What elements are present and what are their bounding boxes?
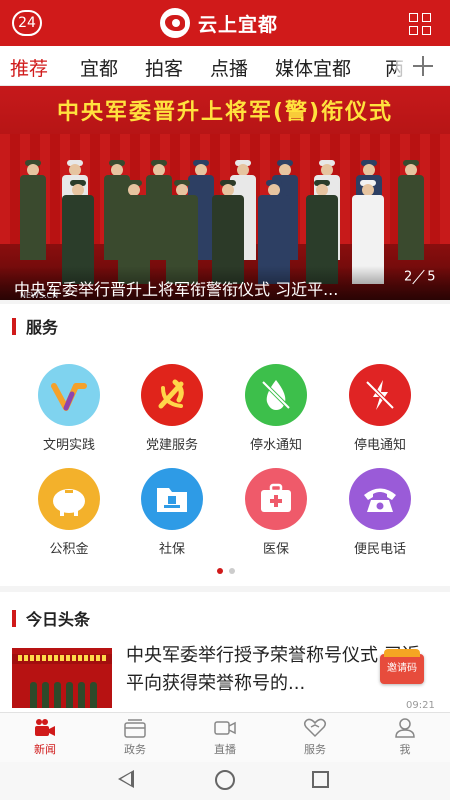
tab-paike[interactable]: 拍客 <box>145 54 183 81</box>
headlines-header: 今日头条 <box>12 606 90 630</box>
banner-page-total: 5 <box>427 269 436 285</box>
bottom-tab-bar: 新闻 政务 直播 服务 我 <box>0 712 450 762</box>
service-party-building[interactable]: 党建服务 <box>127 364 217 454</box>
service-label: 党建服务 <box>145 438 198 453</box>
live-camera-icon <box>213 717 237 739</box>
service-label: 社保 <box>158 542 185 557</box>
tab-on-demand[interactable]: 点播 <box>210 54 248 81</box>
app-logo: 云上宜都 <box>160 8 278 38</box>
service-civilization-practice[interactable]: 文明实践 <box>24 364 114 454</box>
section-accent-bar <box>12 317 16 335</box>
system-navigation-bar <box>0 762 450 800</box>
service-label: 停水通知 <box>249 438 302 453</box>
headlines-section: 今日头条 中央军委举行授予荣誉称号仪式 习近平向获得荣誉称号的... 09:21 <box>0 592 450 712</box>
service-medical-insurance[interactable]: 医保 <box>231 468 321 558</box>
tab-label: 服务 <box>304 743 326 756</box>
services-header: 服务 <box>12 314 58 338</box>
services-pager-dots <box>214 568 238 574</box>
tab-label: 我 <box>399 743 411 756</box>
banner-page-indicator: 25 <box>404 268 436 286</box>
news-time: 09:21 <box>406 700 435 711</box>
service-power-outage[interactable]: 停电通知 <box>335 364 425 454</box>
news-video-icon <box>33 717 57 739</box>
tab-me[interactable]: 我 <box>360 713 450 763</box>
service-label: 文明实践 <box>42 438 95 453</box>
water-outage-icon <box>245 364 307 426</box>
tab-news[interactable]: 新闻 <box>0 713 90 763</box>
section-accent-bar <box>12 609 16 627</box>
tab-media-yidu[interactable]: 媒体宜都 <box>275 54 351 81</box>
tab-live[interactable]: 直播 <box>180 713 270 763</box>
medical-kit-icon <box>245 468 307 530</box>
services-title: 服务 <box>26 318 59 337</box>
pager-dot-active <box>217 568 223 574</box>
power-outage-icon <box>349 364 411 426</box>
banner-carousel[interactable]: 中央军委晋升上将军(警)衔仪式 NEWS.CN 中央军委举行晋升上将军衔警衔仪式… <box>0 86 450 300</box>
channel-tabs: 推荐 宜都 拍客 点播 媒体宜都 两 <box>0 46 450 86</box>
banner-caption: 中央军委举行晋升上将军衔警衔仪式 习近平... <box>14 280 339 299</box>
service-heart-icon <box>303 717 327 739</box>
banner-figure <box>398 160 424 260</box>
tab-service[interactable]: 服务 <box>270 713 360 763</box>
tab-label: 新闻 <box>34 743 56 756</box>
top-app-bar: 24 云上宜都 <box>0 0 450 46</box>
service-label: 公积金 <box>49 542 89 557</box>
service-label: 医保 <box>262 542 289 557</box>
invite-code-button[interactable]: 邀请码 <box>380 649 424 684</box>
app-logo-icon <box>160 8 190 38</box>
home-icon[interactable] <box>215 770 235 790</box>
service-water-outage[interactable]: 停水通知 <box>231 364 321 454</box>
service-label: 停电通知 <box>353 438 406 453</box>
government-affairs-icon <box>123 717 147 739</box>
app-title: 云上宜都 <box>198 13 279 36</box>
service-label: 便民电话 <box>353 542 406 557</box>
news-thumbnail <box>12 648 112 708</box>
tab-label: 政务 <box>124 743 146 756</box>
tab-label: 直播 <box>214 743 236 756</box>
telephone-icon <box>349 468 411 530</box>
banner-figure <box>20 160 46 260</box>
tab-yidu[interactable]: 宜都 <box>80 54 118 81</box>
party-building-icon <box>141 364 203 426</box>
service-social-security[interactable]: 社保 <box>127 468 217 558</box>
social-security-icon <box>141 468 203 530</box>
services-section: 服务 文明实践 党建服务 停水通知 停电通知 公积金 社保 医保 便民电话 <box>0 304 450 586</box>
weather-badge-icon[interactable]: 24 <box>12 10 42 36</box>
tab-government[interactable]: 政务 <box>90 713 180 763</box>
tab-recommend[interactable]: 推荐 <box>10 54 48 81</box>
service-hotline[interactable]: 便民电话 <box>335 468 425 558</box>
grid-menu-icon[interactable] <box>409 13 431 35</box>
banner-page-current: 2 <box>404 269 413 285</box>
add-channel-icon[interactable] <box>396 46 450 85</box>
civilization-practice-icon <box>38 364 100 426</box>
profile-icon <box>393 717 417 739</box>
service-housing-fund[interactable]: 公积金 <box>24 468 114 558</box>
headlines-title: 今日头条 <box>26 610 91 629</box>
banner-stage-title: 中央军委晋升上将军(警)衔仪式 <box>56 100 394 125</box>
piggy-bank-icon <box>38 468 100 530</box>
pager-dot <box>229 568 235 574</box>
back-icon[interactable] <box>118 770 134 788</box>
recents-icon[interactable] <box>312 771 329 788</box>
